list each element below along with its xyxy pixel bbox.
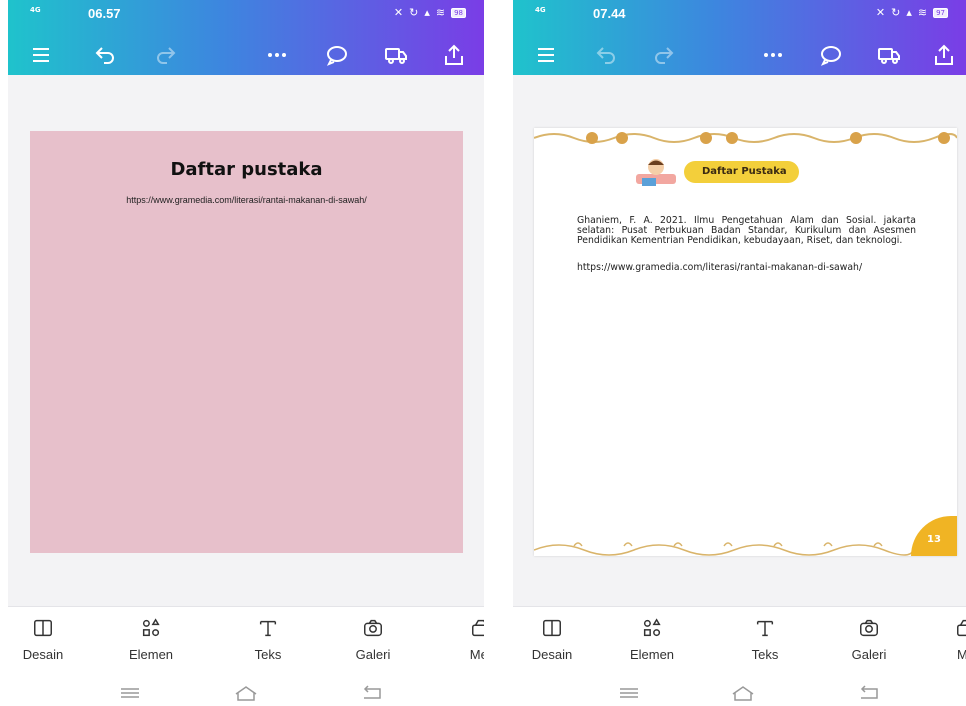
nav-desain[interactable]: Desain [517,617,587,662]
recents-icon[interactable] [118,685,142,701]
battery-icon: 98 [451,7,466,18]
student-illustration [636,159,676,186]
reference-url: https://www.gramedia.com/literasi/rantai… [577,262,863,273]
shapes-icon [643,618,661,637]
shapes-icon [142,618,160,637]
phone-screen-left: 4G 06.57 ✕ ↻ ▴ ≋ 98 Daftar pustaka https… [8,0,484,706]
redo-icon[interactable] [151,40,181,70]
mute-icon: ✕ [393,6,404,19]
home-icon[interactable] [234,685,258,701]
nav-desain[interactable]: Desain [8,617,78,662]
camera-icon [364,619,382,637]
editor-toolbar [513,36,966,74]
nav-label: Me [956,647,966,662]
network-indicator: 4G [535,6,546,14]
more-icon[interactable] [758,40,788,70]
menu-icon[interactable] [26,40,56,70]
layout-icon [543,619,561,637]
wifi-icon: ≋ [917,6,928,19]
ornament-border-top [534,132,957,144]
nav-label: Desain [22,647,64,662]
nav-galeri[interactable]: Galeri [834,617,904,662]
ornament-border-bottom [534,542,915,556]
media-icon [957,619,966,637]
undo-icon[interactable] [90,40,120,70]
redo-icon[interactable] [649,40,679,70]
more-icon[interactable] [262,40,292,70]
undo-icon[interactable] [591,40,621,70]
back-icon[interactable] [360,685,384,701]
top-bar: 4G 06.57 ✕ ↻ ▴ ≋ 98 [8,0,484,75]
recents-icon[interactable] [617,685,641,701]
signal-icon: ▴ [906,6,912,19]
design-page[interactable]: Daftar Pustaka Ghaniem, F. A. 2021. Ilmu… [534,128,957,556]
nav-label: Galeri [355,647,391,662]
system-navigation [513,679,966,706]
nav-label: Elemen [128,647,174,662]
section-badge: Daftar Pustaka [684,161,799,183]
menu-icon[interactable] [531,40,561,70]
battery-icon: 97 [933,7,948,18]
status-time: 06.57 [88,6,121,21]
back-icon[interactable] [857,685,881,701]
nav-media[interactable]: Mer [446,617,484,662]
reference-url: https://www.gramedia.com/literasi/rantai… [126,195,367,205]
page-title: Daftar pustaka [170,159,323,180]
preview-icon[interactable] [381,40,411,70]
layout-icon [34,619,52,637]
nav-label: Teks [751,647,779,662]
status-icons: ✕ ↻ ▴ ≋ 98 [394,6,466,19]
comment-icon[interactable] [322,40,352,70]
status-bar: 4G 06.57 ✕ ↻ ▴ ≋ 98 [8,0,484,28]
status-icons: ✕ ↻ ▴ ≋ 97 [876,6,948,19]
status-bar: 4G 07.44 ✕ ↻ ▴ ≋ 97 [513,0,966,28]
page-number: 13 [911,516,957,556]
nav-label: Galeri [851,647,887,662]
nav-teks[interactable]: Teks [730,617,800,662]
top-bar: 4G 07.44 ✕ ↻ ▴ ≋ 97 [513,0,966,75]
mute-icon: ✕ [875,6,886,19]
preview-icon[interactable] [874,40,904,70]
phone-screen-right: 4G 07.44 ✕ ↻ ▴ ≋ 97 Daftar Pustaka Ghani… [513,0,966,706]
wifi-icon: ≋ [435,6,446,19]
design-page[interactable]: Daftar pustaka https://www.gramedia.com/… [30,131,463,553]
nav-label: Desain [531,647,573,662]
bottom-navigation: Desain Elemen Teks Galeri Me [513,606,966,706]
share-icon[interactable] [439,40,469,70]
alarm-icon: ↻ [409,6,419,19]
camera-icon [860,619,878,637]
reference-entry: Ghaniem, F. A. 2021. Ilmu Pengetahuan Al… [577,215,916,246]
nav-elemen[interactable]: Elemen [116,617,186,662]
bottom-navigation: Desain Elemen Teks Galeri Mer [8,606,484,706]
share-icon[interactable] [929,40,959,70]
media-icon [472,619,484,637]
nav-elemen[interactable]: Elemen [617,617,687,662]
home-icon[interactable] [731,685,755,701]
nav-label: Mer [469,647,484,662]
signal-icon: ▴ [424,6,430,19]
text-icon [756,620,774,637]
comment-icon[interactable] [816,40,846,70]
nav-media[interactable]: Me [931,617,966,662]
text-icon [259,620,277,637]
system-navigation [8,679,484,706]
nav-label: Teks [254,647,282,662]
network-indicator: 4G [30,6,41,14]
editor-toolbar [8,36,484,74]
status-time: 07.44 [593,6,626,21]
nav-galeri[interactable]: Galeri [338,617,408,662]
nav-label: Elemen [629,647,675,662]
alarm-icon: ↻ [891,6,901,19]
nav-teks[interactable]: Teks [233,617,303,662]
